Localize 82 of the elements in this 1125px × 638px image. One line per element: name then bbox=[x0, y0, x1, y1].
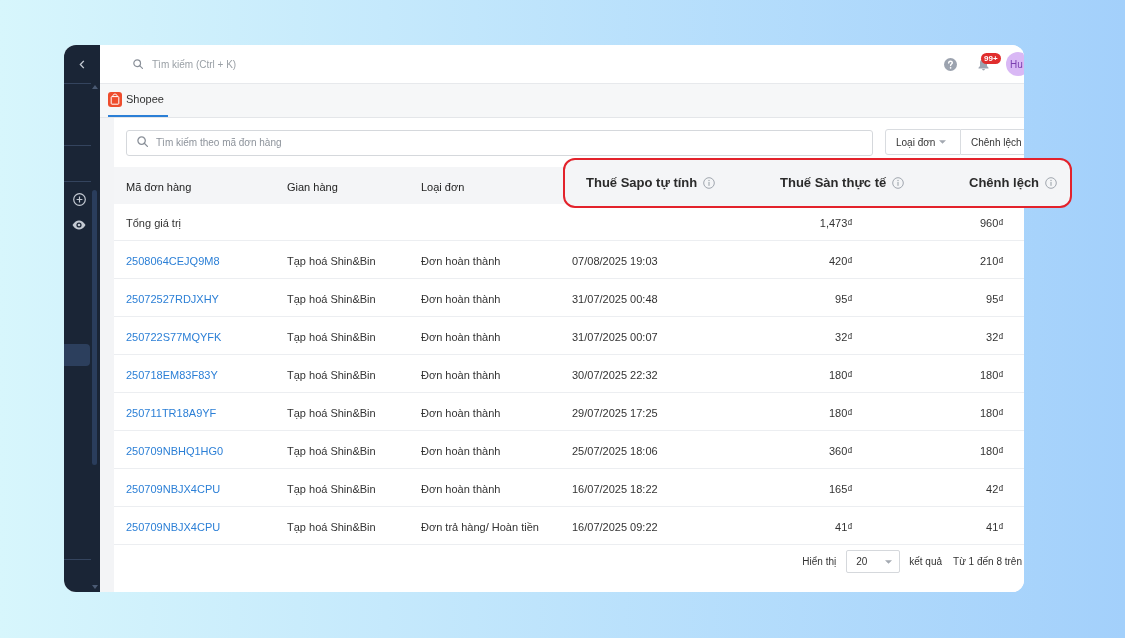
table-cell: Tạp hoá Shin&Bin bbox=[287, 482, 376, 495]
info-icon[interactable] bbox=[1045, 177, 1058, 189]
table-cell: 32₫ bbox=[986, 330, 1004, 343]
order-id-link[interactable]: 25072527RDJXHY bbox=[126, 292, 219, 305]
table-cell: 41₫ bbox=[986, 520, 1004, 533]
table-cell: 07/08/2025 19:03 bbox=[572, 254, 658, 267]
eye-icon[interactable] bbox=[72, 220, 86, 230]
chevron-left-icon[interactable] bbox=[79, 59, 85, 69]
table-cell: 25/07/2025 18:06 bbox=[572, 444, 658, 457]
notification-badge: 99+ bbox=[981, 52, 1001, 64]
order-search-field[interactable]: Tìm kiếm theo mã đơn hàng bbox=[126, 129, 873, 156]
column-header: Chênh lệch bbox=[969, 174, 1040, 193]
info-icon[interactable] bbox=[703, 177, 716, 189]
total-value: 960₫ bbox=[980, 217, 1004, 229]
table-cell: Tạp hoá Shin&Bin bbox=[287, 444, 376, 457]
table-cell: 180₫ bbox=[980, 444, 1004, 457]
table-cell: Tạp hoá Shin&Bin bbox=[287, 520, 376, 533]
avatar[interactable]: Hu bbox=[1006, 52, 1024, 76]
help-icon[interactable] bbox=[944, 57, 957, 71]
order-id-link[interactable]: 250711TR18A9YF bbox=[126, 406, 217, 419]
column-header: Mã đơn hàng bbox=[126, 180, 192, 193]
order-id-link[interactable]: 250709NBJX4CPU bbox=[126, 482, 221, 495]
caret-icon bbox=[885, 559, 893, 564]
order-id-link[interactable]: 250722S77MQYFK bbox=[126, 330, 222, 343]
table-cell: 95₫ bbox=[986, 292, 1004, 305]
scroll-up-icon[interactable] bbox=[92, 85, 98, 89]
search-icon bbox=[137, 136, 148, 147]
table-cell: Đơn hoàn thành bbox=[421, 254, 501, 267]
table-cell: Đơn hoàn thành bbox=[421, 368, 501, 381]
table-cell: 41₫ bbox=[835, 520, 853, 533]
table-cell: Tạp hoá Shin&Bin bbox=[287, 292, 376, 305]
search-field[interactable]: Tìm kiếm (Ctrl + K) bbox=[152, 54, 372, 74]
page-size-suffix: kết quả bbox=[909, 555, 943, 569]
result-range: Từ 1 đến 8 trên bbox=[953, 555, 1022, 569]
table-cell: 180₫ bbox=[829, 368, 853, 381]
table-cell: 16/07/2025 18:22 bbox=[572, 482, 658, 495]
page-size-label: Hiển thị bbox=[802, 555, 837, 569]
table-cell: Tạp hoá Shin&Bin bbox=[287, 406, 376, 419]
table-cell: 180₫ bbox=[980, 368, 1004, 381]
filter-button[interactable]: Chênh lệch bbox=[961, 129, 1024, 155]
page-size-select[interactable]: 20 bbox=[846, 550, 901, 573]
total-value: 1,473₫ bbox=[819, 217, 853, 229]
order-id-link[interactable]: 250709NBHQ1HG0 bbox=[126, 444, 224, 457]
column-header: Thuế Sàn thực tế bbox=[780, 174, 887, 193]
caret-icon bbox=[939, 140, 946, 144]
table-cell: Đơn hoàn thành bbox=[421, 482, 501, 495]
table-cell: 180₫ bbox=[980, 406, 1004, 419]
scroll-down-icon[interactable] bbox=[92, 585, 98, 589]
table-cell: 165₫ bbox=[829, 482, 853, 495]
table-cell: Đơn hoàn thành bbox=[421, 444, 501, 457]
table-cell: 30/07/2025 22:32 bbox=[572, 368, 658, 381]
table-cell: Đơn hoàn thành bbox=[421, 406, 501, 419]
table-cell: 210₫ bbox=[980, 254, 1004, 267]
order-id-link[interactable]: 2508064CEJQ9M8 bbox=[126, 254, 220, 267]
order-id-link[interactable]: 250718EM83F83Y bbox=[126, 368, 218, 381]
column-header: Thuế Sapo tự tính bbox=[586, 174, 698, 193]
table-cell: 29/07/2025 17:25 bbox=[572, 406, 658, 419]
scrollbar-thumb[interactable] bbox=[92, 190, 97, 465]
table-cell: 31/07/2025 00:48 bbox=[572, 292, 658, 305]
table-cell: Đơn hoàn thành bbox=[421, 330, 501, 343]
filter-dropdown[interactable]: Loại đơn bbox=[885, 129, 961, 155]
table-cell: 42₫ bbox=[986, 482, 1004, 495]
column-header: Loại đơn bbox=[421, 180, 465, 193]
table-cell: 32₫ bbox=[835, 330, 853, 343]
summary-label: Tổng giá trị bbox=[126, 217, 182, 229]
column-header: Gian hàng bbox=[287, 180, 338, 193]
search-icon bbox=[133, 59, 143, 69]
table-cell: 95₫ bbox=[835, 292, 853, 305]
table-cell: Tạp hoá Shin&Bin bbox=[287, 368, 376, 381]
order-id-link[interactable]: 250709NBJX4CPU bbox=[126, 520, 221, 533]
table-cell: 360₫ bbox=[829, 444, 853, 457]
table-cell: Tạp hoá Shin&Bin bbox=[287, 330, 376, 343]
shopping-bag-icon bbox=[108, 92, 122, 107]
table-cell: 31/07/2025 00:07 bbox=[572, 330, 658, 343]
table-cell: Tạp hoá Shin&Bin bbox=[287, 254, 376, 267]
table-cell: 180₫ bbox=[829, 406, 853, 419]
table-cell: 16/07/2025 09:22 bbox=[572, 520, 658, 533]
info-icon[interactable] bbox=[892, 177, 905, 189]
table-cell: Đơn hoàn thành bbox=[421, 292, 501, 305]
table-cell: 420₫ bbox=[829, 254, 853, 267]
plus-circle-icon[interactable] bbox=[73, 192, 86, 206]
table-cell: Đơn trả hàng/ Hoàn tiền bbox=[421, 520, 539, 533]
